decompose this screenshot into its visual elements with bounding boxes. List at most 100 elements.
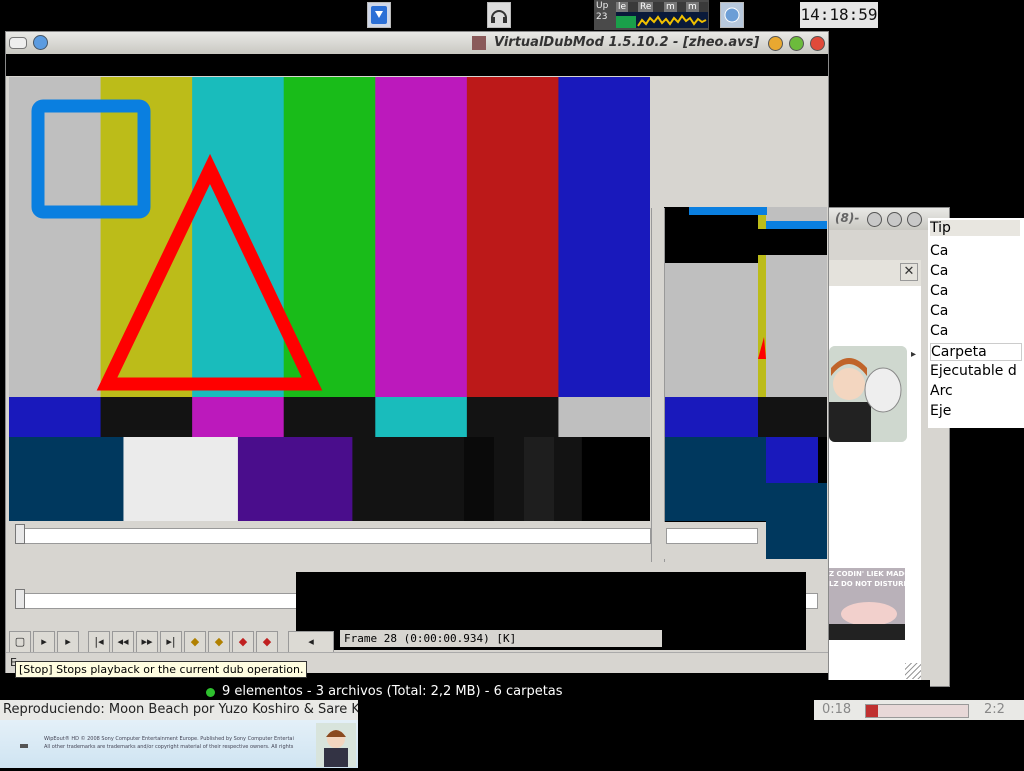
mark-out-button[interactable]: ◆ xyxy=(256,631,278,653)
monitor-tab: le xyxy=(616,2,629,12)
output-bottom-bar xyxy=(766,483,827,559)
middle-color-bar xyxy=(9,397,102,437)
uptime-label: Up 23 xyxy=(596,1,609,22)
middle-color-bar xyxy=(375,397,468,437)
list-item[interactable]: Eje xyxy=(930,403,951,419)
top-color-bar xyxy=(9,77,102,397)
app-icon xyxy=(472,36,486,50)
timeline-thumb[interactable] xyxy=(15,589,25,609)
menu-bar[interactable] xyxy=(6,54,828,76)
bottom-color-bar xyxy=(9,437,124,521)
top-color-bar xyxy=(375,77,468,397)
wallpaper-legal-line-2: All other trademarks are trademarks and/… xyxy=(44,744,294,750)
output-bottom-bar xyxy=(664,437,766,521)
system-monitor-applet[interactable]: Up 23 le Re m m xyxy=(594,0,709,30)
anime-thumbnail[interactable] xyxy=(829,346,907,442)
play-input-button[interactable]: ▸ xyxy=(33,631,55,653)
output-black-band xyxy=(664,229,827,255)
go-start-button[interactable]: |◂ xyxy=(88,631,110,653)
close-icon[interactable] xyxy=(810,36,825,51)
stop-button[interactable]: ▢ xyxy=(9,631,31,653)
prev-frame-button[interactable]: ◂◂ xyxy=(112,631,134,653)
output-video-pane[interactable] xyxy=(664,207,827,559)
pane-divider[interactable] xyxy=(651,208,665,562)
monitor-tab: m xyxy=(664,2,677,12)
minimize-icon[interactable] xyxy=(867,212,882,227)
top-color-bar xyxy=(558,77,651,397)
resize-grip[interactable] xyxy=(905,663,921,679)
go-end-button[interactable]: ▸| xyxy=(160,631,182,653)
folder-status-text: 9 elementos - 3 archivos (Total: 2,2 MB)… xyxy=(222,684,563,699)
output-position-slider[interactable] xyxy=(666,528,758,544)
minimize-icon[interactable] xyxy=(768,36,783,51)
maximize-icon[interactable] xyxy=(789,36,804,51)
desktop-anime-icon[interactable] xyxy=(316,723,356,767)
column-header-type[interactable]: Tip xyxy=(930,220,1020,236)
bottom-color-bar xyxy=(237,437,353,521)
middle-color-bar xyxy=(466,397,559,437)
now-playing-text: Reproduciendo: Moon Beach por Yuzo Koshi… xyxy=(3,702,366,717)
smpte-color-bars xyxy=(9,77,651,521)
input-slider-thumb[interactable] xyxy=(15,524,25,544)
list-item[interactable]: Ca xyxy=(930,243,948,259)
total-time: 2:2 xyxy=(984,702,1005,717)
next-frame-button[interactable]: ▸▸ xyxy=(136,631,158,653)
top-color-bar xyxy=(466,77,559,397)
list-item[interactable]: Ca xyxy=(930,303,948,319)
sticky-icon[interactable] xyxy=(33,35,48,50)
prev-keyframe-button[interactable]: ◆ xyxy=(184,631,206,653)
close-icon[interactable] xyxy=(907,212,922,227)
list-item[interactable]: Ca xyxy=(930,283,948,299)
monitor-tab: Re xyxy=(638,2,654,12)
output-square-edge xyxy=(689,207,767,215)
bottom-color-bar xyxy=(123,437,239,521)
headphones-icon[interactable] xyxy=(487,2,511,28)
output-square-edge xyxy=(766,221,827,229)
input-video-pane[interactable] xyxy=(9,77,651,521)
maximize-icon[interactable] xyxy=(887,212,902,227)
monitor-tab: m xyxy=(686,2,699,12)
network-icon[interactable] xyxy=(720,2,744,28)
stop-tooltip: [Stop] Stops playback or the current dub… xyxy=(15,661,308,678)
list-item[interactable]: Ca xyxy=(930,263,948,279)
pluge-bar xyxy=(464,437,494,521)
wallpaper-legal-line-1: WipEout® HD © 2008 Sony Computer Enterta… xyxy=(44,736,294,742)
desktop-overlay xyxy=(358,700,814,768)
elapsed-time: 0:18 xyxy=(822,702,852,717)
middle-color-bar xyxy=(192,397,285,437)
list-item[interactable]: Ca xyxy=(930,323,948,339)
frame-indicator: Frame 28 (0:00:00.934) [K] xyxy=(340,630,662,647)
output-color-bars xyxy=(664,207,827,559)
scene-button[interactable]: ◂ xyxy=(288,631,334,653)
status-dot-icon xyxy=(206,688,215,697)
bottom-color-bar xyxy=(352,437,468,521)
window-menu-icon[interactable] xyxy=(9,37,27,49)
mark-in-button[interactable]: ◆ xyxy=(232,631,254,653)
list-item[interactable]: Ejecutable d xyxy=(930,363,1024,379)
output-mid-bar xyxy=(664,397,758,437)
list-item-selected[interactable]: Carpeta xyxy=(930,343,1022,361)
cat-meme-thumbnail[interactable]: Z CODIN' LIEK MADCAT LZ DO NOT DISTURB xyxy=(829,568,905,640)
filewin-title: (8)- xyxy=(835,211,860,225)
cpu-graph: le Re m m xyxy=(616,2,708,28)
download-icon[interactable] xyxy=(367,2,391,28)
middle-color-bar xyxy=(100,397,193,437)
next-keyframe-button[interactable]: ◆ xyxy=(208,631,230,653)
output-color-bar xyxy=(664,263,758,397)
desktop-small-icon[interactable] xyxy=(20,744,28,748)
clock[interactable]: 14:18:59 xyxy=(800,2,878,28)
submenu-arrow-icon: ▸ xyxy=(911,349,917,360)
close-preview-button[interactable]: ✕ xyxy=(900,263,918,281)
middle-color-bar xyxy=(283,397,376,437)
output-bottom-bar xyxy=(766,437,818,483)
list-item[interactable]: Arc xyxy=(930,383,953,399)
play-output-button[interactable]: ▸ xyxy=(57,631,79,653)
preview-header: ✕ xyxy=(829,260,921,286)
titlebar: VirtualDubMod 1.5.10.2 - [zheo.avs] xyxy=(6,32,828,54)
pluge-bar xyxy=(524,437,554,521)
input-position-slider[interactable] xyxy=(20,528,651,544)
middle-color-bar xyxy=(558,397,651,437)
virtualdub-window: VirtualDubMod 1.5.10.2 - [zheo.avs] ▢ ▸ … xyxy=(5,31,829,673)
output-mid-bar xyxy=(758,397,827,437)
seek-bar[interactable] xyxy=(865,704,969,718)
